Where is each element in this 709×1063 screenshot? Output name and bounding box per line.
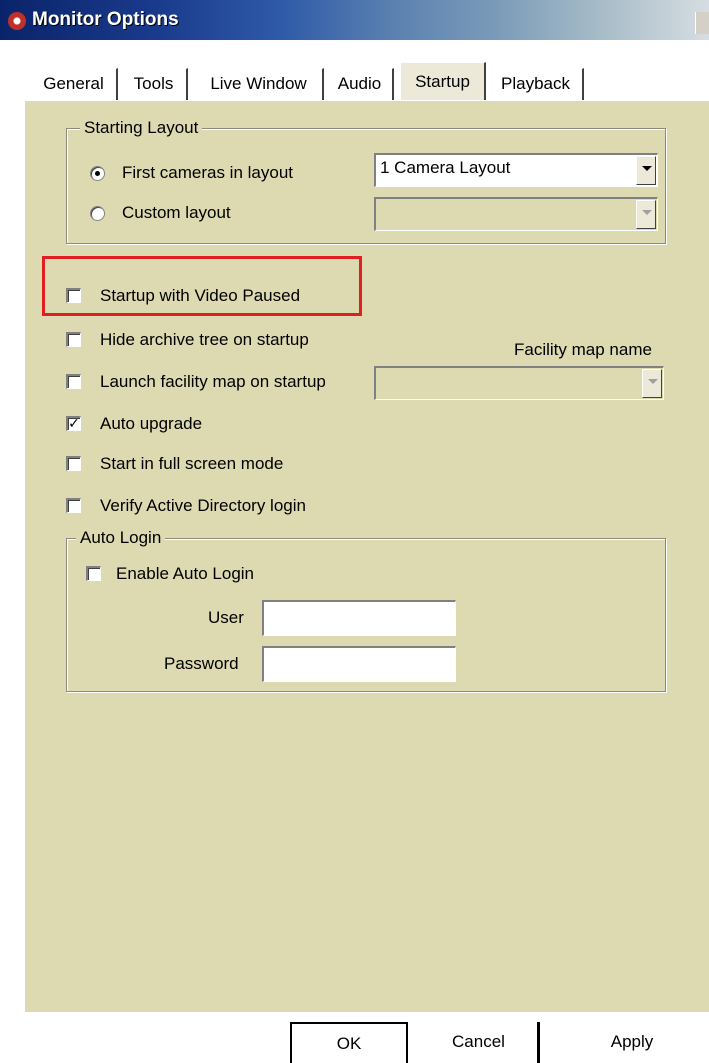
- app-icon: [8, 12, 26, 30]
- apply-button[interactable]: Apply: [555, 1022, 709, 1063]
- launch-facility-map-label: Launch facility map on startup: [100, 372, 326, 391]
- checkmark-icon: ✓: [68, 415, 80, 431]
- startup-video-paused-label: Startup with Video Paused: [100, 286, 301, 305]
- tab-general[interactable]: General: [30, 68, 118, 100]
- startup-video-paused-checkbox[interactable]: [66, 288, 81, 303]
- custom-layout-combo[interactable]: [374, 197, 658, 231]
- title-bar-button[interactable]: [695, 12, 709, 34]
- hide-archive-tree-label: Hide archive tree on startup: [100, 330, 309, 349]
- first-cameras-label: First cameras in layout: [122, 163, 293, 182]
- user-input[interactable]: [262, 600, 456, 636]
- first-cameras-radio[interactable]: [90, 166, 105, 181]
- ok-button[interactable]: OK: [290, 1022, 408, 1063]
- tab-label: Tools: [133, 74, 174, 93]
- enable-auto-login-label: Enable Auto Login: [116, 564, 255, 583]
- enable-auto-login-checkbox[interactable]: [86, 566, 101, 581]
- full-screen-label: Start in full screen mode: [100, 454, 284, 473]
- full-screen-checkbox[interactable]: [66, 456, 81, 471]
- auto-upgrade-label: Auto upgrade: [100, 414, 203, 433]
- tab-label: Live Window: [210, 74, 307, 93]
- user-label: User: [208, 608, 244, 627]
- auto-login-group-label: Auto Login: [76, 528, 166, 548]
- verify-ad-login-label: Verify Active Directory login: [100, 496, 306, 515]
- verify-ad-login-checkbox[interactable]: [66, 498, 81, 513]
- starting-layout-group-label: Starting Layout: [80, 118, 203, 138]
- facility-map-combo[interactable]: [374, 366, 664, 400]
- tab-label: Startup: [415, 72, 470, 91]
- launch-facility-map-checkbox[interactable]: [66, 374, 81, 389]
- custom-layout-label: Custom layout: [122, 203, 231, 222]
- cancel-button[interactable]: Cancel: [420, 1022, 540, 1063]
- facility-map-name-label: Facility map name: [514, 340, 652, 359]
- tab-startup[interactable]: Startup: [400, 62, 486, 102]
- custom-layout-radio[interactable]: [90, 206, 105, 221]
- chevron-down-icon[interactable]: [642, 369, 662, 398]
- chevron-down-icon[interactable]: [636, 156, 656, 185]
- hide-archive-tree-checkbox[interactable]: [66, 332, 81, 347]
- tab-label: General: [43, 74, 104, 93]
- layout-combo-value: 1 Camera Layout: [380, 158, 511, 177]
- tab-live-window[interactable]: Live Window: [194, 68, 324, 100]
- window-title: Monitor Options: [32, 9, 179, 30]
- tab-tools[interactable]: Tools: [120, 68, 188, 100]
- password-label: Password: [164, 654, 239, 673]
- password-input[interactable]: [262, 646, 456, 682]
- auto-upgrade-checkbox[interactable]: ✓: [66, 416, 81, 431]
- layout-combo[interactable]: 1 Camera Layout: [374, 153, 658, 187]
- tab-playback[interactable]: Playback: [488, 68, 584, 100]
- tab-label: Audio: [337, 74, 382, 93]
- chevron-down-icon[interactable]: [636, 200, 656, 229]
- tab-label: Playback: [501, 74, 570, 93]
- tab-audio[interactable]: Audio: [326, 68, 394, 100]
- title-bar[interactable]: Monitor Options: [0, 0, 709, 40]
